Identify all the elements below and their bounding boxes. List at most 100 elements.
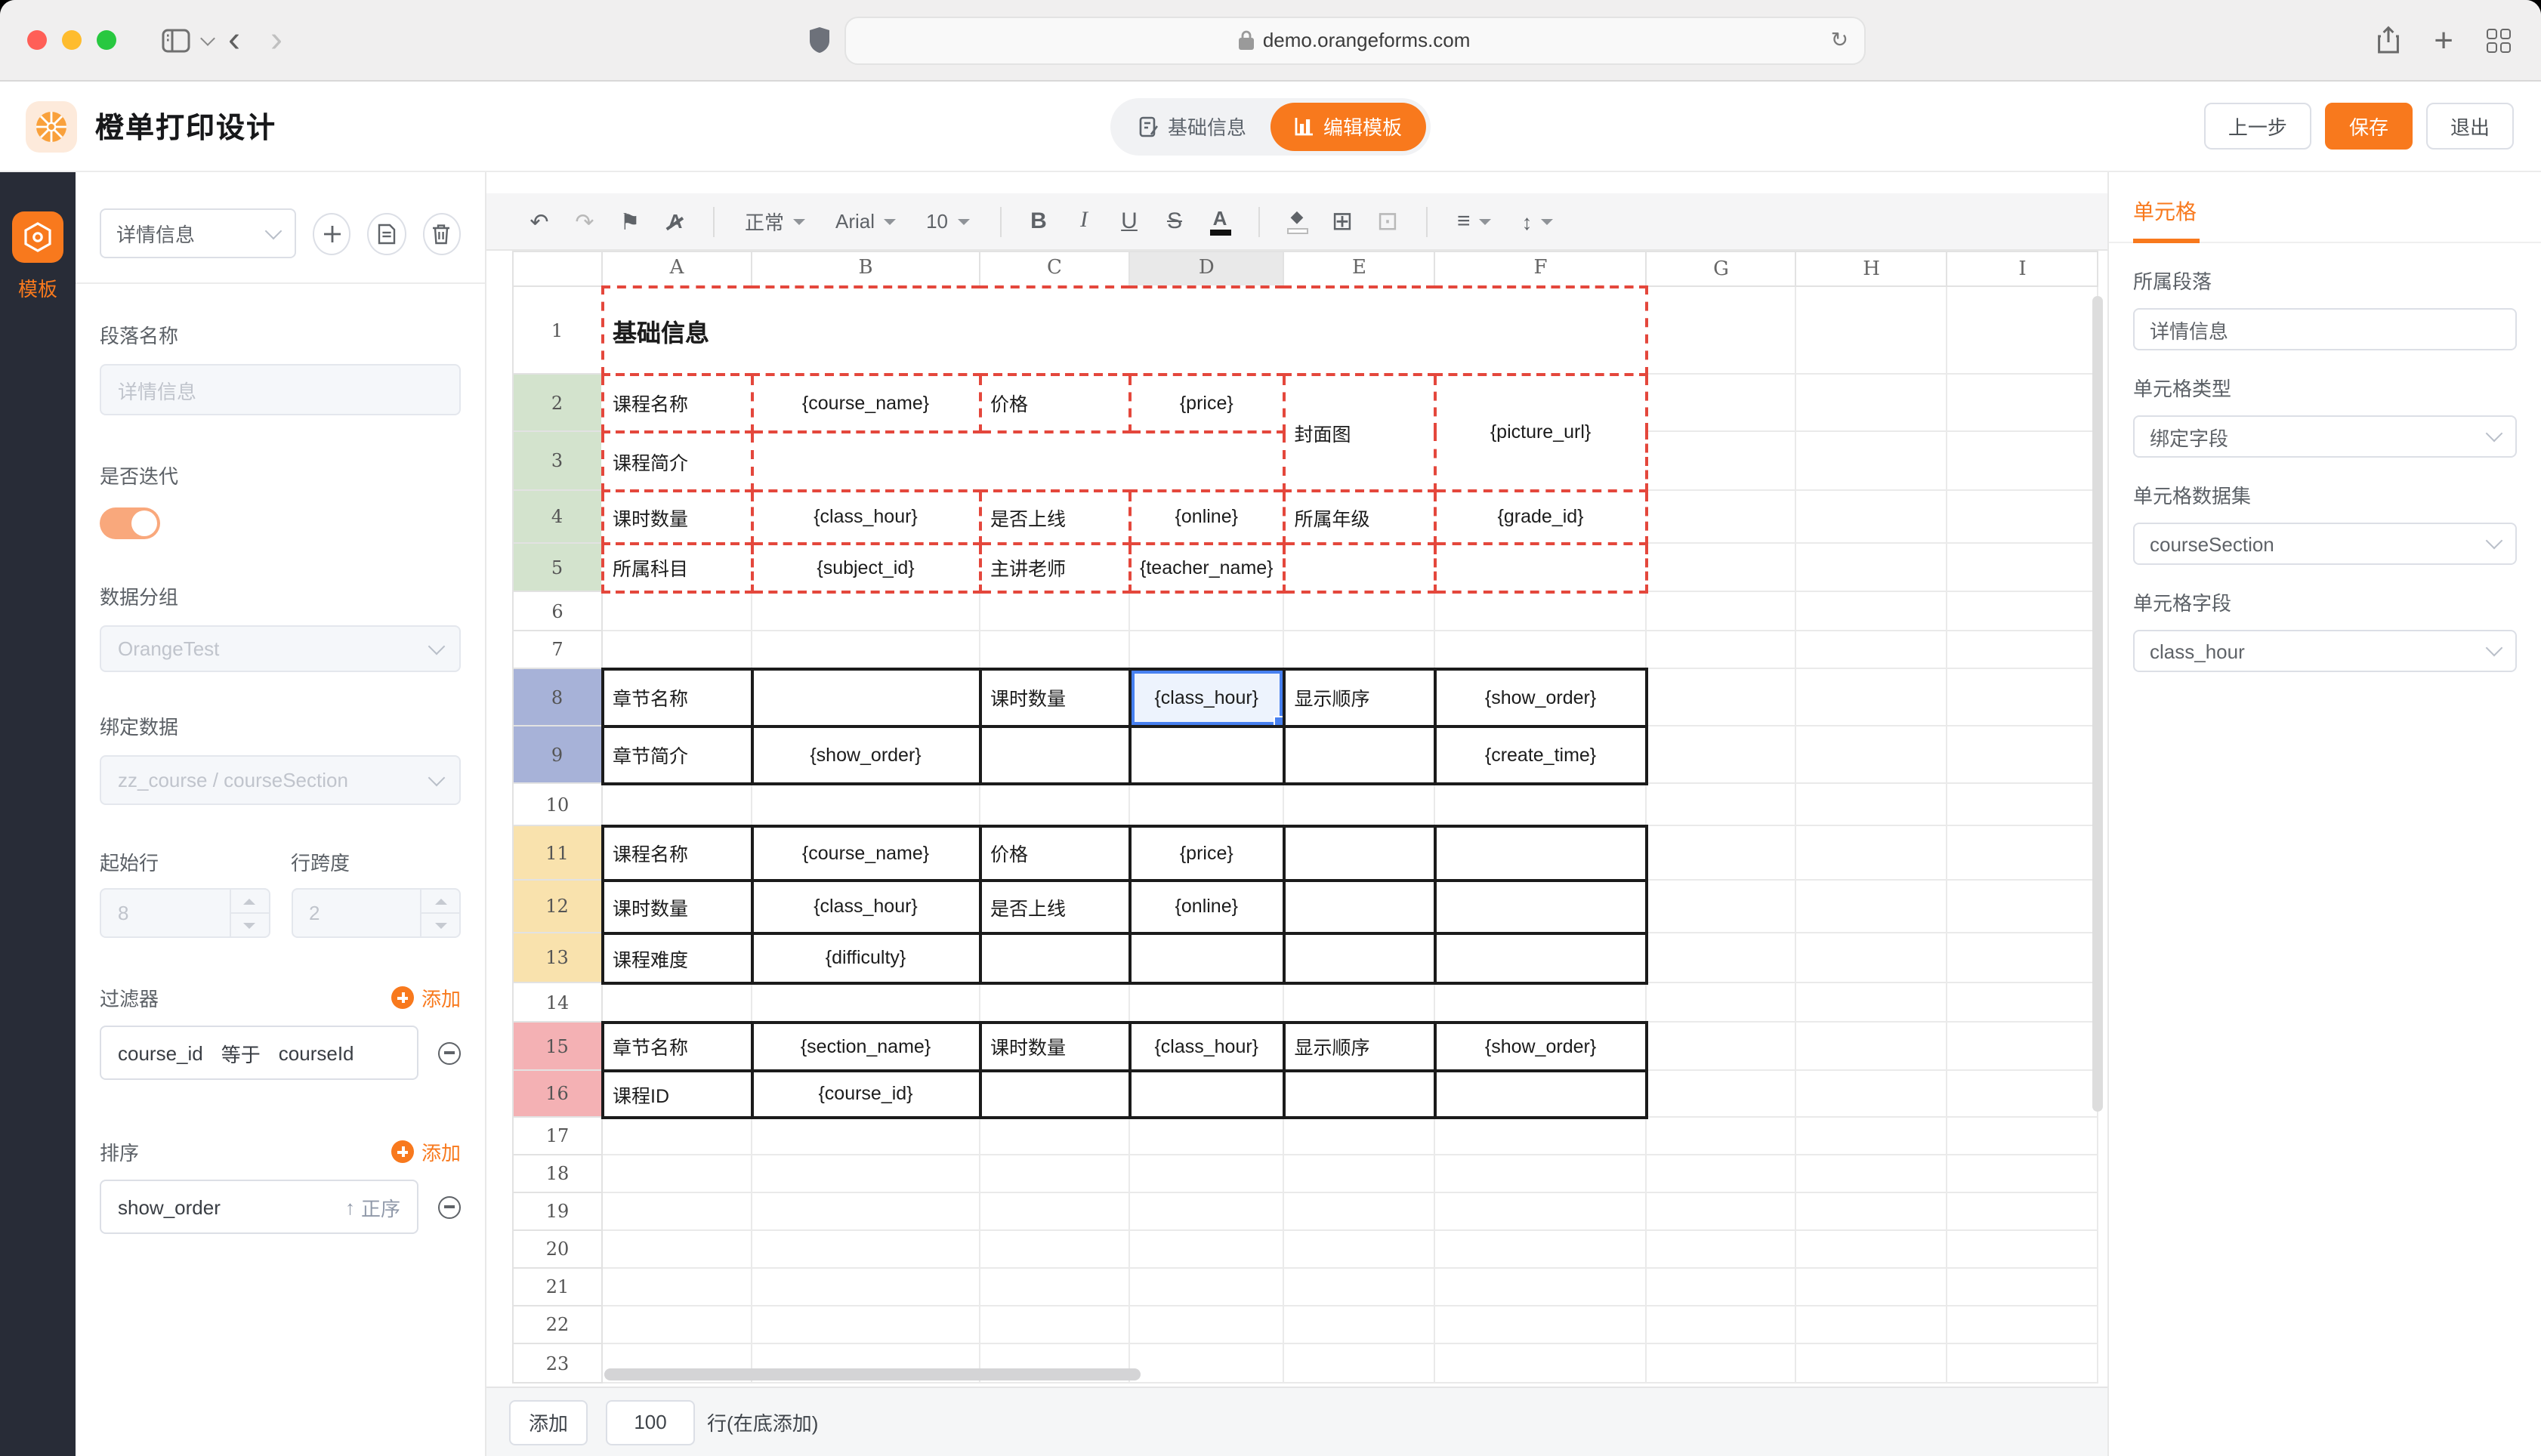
cell-G15[interactable]: [1647, 1022, 1796, 1070]
exit-button[interactable]: 退出: [2426, 103, 2514, 150]
cell-dataset-select[interactable]: courseSection: [2133, 523, 2517, 565]
cell-H8[interactable]: [1796, 668, 1947, 726]
section-select[interactable]: 详情信息: [100, 208, 296, 258]
cell-I1[interactable]: [1947, 286, 2098, 374]
cell-B14[interactable]: [752, 982, 980, 1022]
row-header-21[interactable]: 21: [513, 1268, 602, 1306]
redo-button[interactable]: ↷: [565, 202, 604, 241]
format-painter-button[interactable]: ⚑: [610, 202, 650, 241]
row-header-19[interactable]: 19: [513, 1192, 602, 1230]
cell-F20[interactable]: [1435, 1230, 1647, 1268]
cell-G4[interactable]: [1647, 490, 1796, 543]
cell-B17[interactable]: [752, 1117, 980, 1155]
cell-H18[interactable]: [1796, 1155, 1947, 1192]
cell-A2[interactable]: 课程名称: [602, 374, 752, 431]
cell-A5[interactable]: 所属科目: [602, 543, 752, 591]
row-header-11[interactable]: 11: [513, 825, 602, 880]
cell-A6[interactable]: [602, 591, 752, 631]
minimize-window-button[interactable]: [62, 30, 82, 50]
cell-E12[interactable]: [1284, 880, 1435, 933]
cell-D18[interactable]: [1129, 1155, 1284, 1192]
cell-H16[interactable]: [1796, 1070, 1947, 1117]
col-header-A[interactable]: A: [602, 251, 752, 286]
share-icon[interactable]: [2376, 26, 2401, 54]
cell-field-select[interactable]: class_hour: [2133, 630, 2517, 672]
previous-step-button[interactable]: 上一步: [2204, 103, 2311, 150]
cell-C6[interactable]: [980, 591, 1129, 631]
cell-A22[interactable]: [602, 1306, 752, 1343]
cell-C9[interactable]: [980, 726, 1129, 783]
zoom-window-button[interactable]: [97, 30, 116, 50]
cell-F8[interactable]: {show_order}: [1435, 668, 1647, 726]
horizontal-scrollbar[interactable]: [604, 1368, 1141, 1380]
cell-H5[interactable]: [1796, 543, 1947, 591]
horizontal-align-select[interactable]: ≡: [1445, 202, 1504, 241]
tab-overview-icon[interactable]: [2487, 28, 2511, 52]
privacy-shield-icon[interactable]: [809, 27, 829, 53]
cell-F4[interactable]: {grade_id}: [1435, 490, 1647, 543]
cell-H13[interactable]: [1796, 933, 1947, 982]
cell-I20[interactable]: [1947, 1230, 2098, 1268]
cell-H11[interactable]: [1796, 825, 1947, 880]
row-header-16[interactable]: 16: [513, 1070, 602, 1117]
row-header-12[interactable]: 12: [513, 880, 602, 933]
cell-A8[interactable]: 章节名称: [602, 668, 752, 726]
cell-G5[interactable]: [1647, 543, 1796, 591]
row-header-10[interactable]: 10: [513, 783, 602, 825]
cell-H10[interactable]: [1796, 783, 1947, 825]
cell-F17[interactable]: [1435, 1117, 1647, 1155]
cell-A4[interactable]: 课时数量: [602, 490, 752, 543]
cell-G1[interactable]: [1647, 286, 1796, 374]
cell-I19[interactable]: [1947, 1192, 2098, 1230]
row-header-3[interactable]: 3: [513, 431, 602, 490]
cell-C20[interactable]: [980, 1230, 1129, 1268]
cell-B6[interactable]: [752, 591, 980, 631]
cell-H19[interactable]: [1796, 1192, 1947, 1230]
cell-C7[interactable]: [980, 631, 1129, 668]
add-rows-button[interactable]: 添加: [509, 1399, 588, 1445]
template-nav-label[interactable]: 模板: [18, 273, 57, 302]
cell-A19[interactable]: [602, 1192, 752, 1230]
cell-B10[interactable]: [752, 783, 980, 825]
cell-C18[interactable]: [980, 1155, 1129, 1192]
copy-section-button[interactable]: [368, 212, 406, 254]
cell-F18[interactable]: [1435, 1155, 1647, 1192]
cell-C13[interactable]: [980, 933, 1129, 982]
tab-basic-info[interactable]: 基础信息: [1115, 102, 1270, 150]
cell-G18[interactable]: [1647, 1155, 1796, 1192]
row-header-15[interactable]: 15: [513, 1022, 602, 1070]
cell-A16[interactable]: 课程ID: [602, 1070, 752, 1117]
cell-E18[interactable]: [1284, 1155, 1435, 1192]
vertical-scrollbar[interactable]: [2092, 296, 2103, 1112]
col-header-C[interactable]: C: [980, 251, 1129, 286]
remove-sort-icon[interactable]: [438, 1195, 461, 1218]
cell-G16[interactable]: [1647, 1070, 1796, 1117]
cell-I23[interactable]: [1947, 1343, 2098, 1383]
cell-A17[interactable]: [602, 1117, 752, 1155]
cell-D22[interactable]: [1129, 1306, 1284, 1343]
cell-G21[interactable]: [1647, 1268, 1796, 1306]
cell-I14[interactable]: [1947, 982, 2098, 1022]
step-up-icon[interactable]: [421, 890, 459, 912]
cell-F13[interactable]: [1435, 933, 1647, 982]
save-button[interactable]: 保存: [2325, 103, 2413, 150]
cell-E19[interactable]: [1284, 1192, 1435, 1230]
back-button[interactable]: ‹: [213, 22, 255, 58]
cell-C17[interactable]: [980, 1117, 1129, 1155]
cell-F16[interactable]: [1435, 1070, 1647, 1117]
remove-filter-icon[interactable]: [438, 1041, 461, 1064]
fill-color-button[interactable]: ◆: [1277, 202, 1317, 241]
cell-F2[interactable]: {picture_url}: [1435, 374, 1647, 490]
cell-E14[interactable]: [1284, 982, 1435, 1022]
cell-H20[interactable]: [1796, 1230, 1947, 1268]
cell-B12[interactable]: {class_hour}: [752, 880, 980, 933]
cell-B3[interactable]: [752, 431, 1284, 490]
cell-H4[interactable]: [1796, 490, 1947, 543]
cell-E21[interactable]: [1284, 1268, 1435, 1306]
cell-G11[interactable]: [1647, 825, 1796, 880]
cell-C14[interactable]: [980, 982, 1129, 1022]
borders-button[interactable]: ⊞: [1323, 202, 1362, 241]
cell-D21[interactable]: [1129, 1268, 1284, 1306]
row-header-2[interactable]: 2: [513, 374, 602, 431]
cell-D7[interactable]: [1129, 631, 1284, 668]
